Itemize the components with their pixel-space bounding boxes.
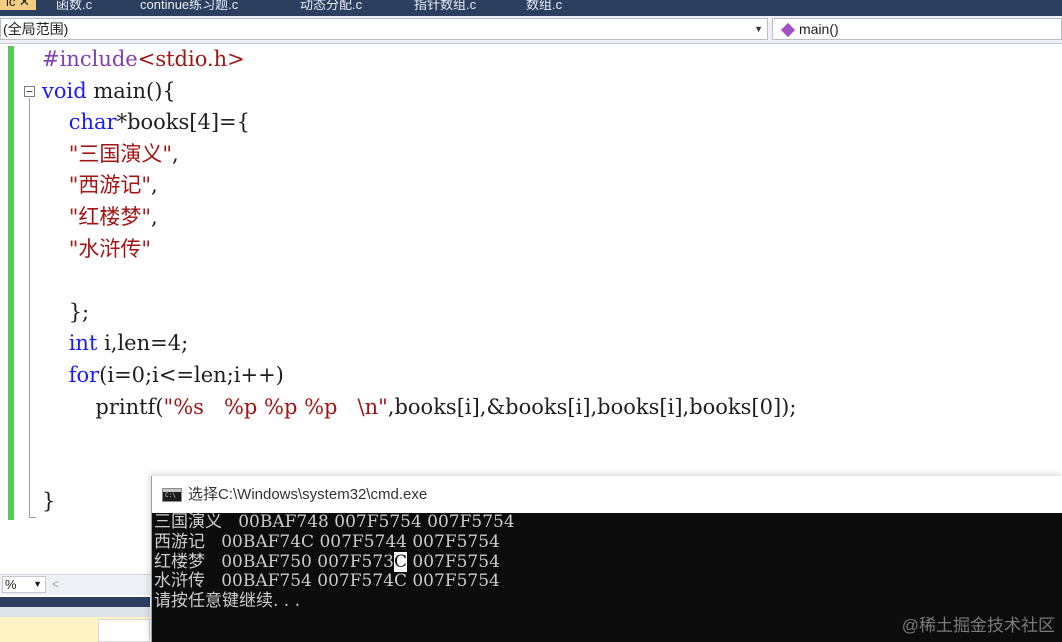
tab-hanshu[interactable]: 函数.c	[56, 0, 92, 12]
scope-dropdown[interactable]: (全局范围) ▼	[0, 18, 768, 40]
tab-continue[interactable]: continue练习题.c	[140, 0, 238, 12]
zoom-dropdown[interactable]: % ▼	[2, 576, 46, 593]
tab-zhizhen[interactable]: 指针数组.c	[414, 0, 476, 12]
console-window[interactable]: 选择C:\Windows\system32\cmd.exe 三国演义 00BAF…	[151, 476, 1062, 642]
tab-current-file-label: ic	[6, 0, 16, 9]
scroll-left-icon[interactable]: <	[52, 577, 59, 591]
cmd-icon	[162, 488, 182, 502]
outline-guide-end	[29, 517, 36, 518]
function-icon	[780, 22, 796, 37]
panel-separator	[0, 597, 150, 607]
console-line: 请按任意键继续. . .	[154, 591, 301, 612]
console-line: 西游记 00BAF74C 007F5744 007F5754	[154, 531, 500, 552]
code-token: main(){	[86, 78, 176, 103]
code-token: i,len=4;	[97, 331, 189, 356]
code-token: "西游记"	[68, 173, 152, 198]
code-token: };	[42, 299, 90, 324]
output-panel	[0, 617, 150, 642]
code-line: "三国演义",	[42, 139, 796, 171]
code-token: "三国演义"	[68, 141, 173, 166]
code-line: #include<stdio.h>	[42, 44, 796, 76]
output-panel-tab[interactable]	[98, 619, 150, 642]
zoom-bar: % ▼ <	[0, 574, 150, 595]
code-line: void main(){	[42, 76, 796, 108]
code-line: "西游记",	[42, 170, 796, 202]
scope-dropdown-value: (全局范围)	[3, 21, 69, 37]
watermark: @稀土掘金技术社区	[901, 616, 1055, 635]
zoom-value: %	[5, 577, 17, 592]
console-line: 三国演义 00BAF748 007F5754 007F5754	[154, 512, 515, 532]
member-dropdown-value: main()	[799, 21, 839, 37]
code-token: int	[68, 331, 98, 356]
code-token: *books[4]={	[116, 110, 250, 135]
code-token: "水浒传"	[68, 236, 152, 261]
code-token: ,	[172, 141, 179, 166]
code-token: ,	[151, 204, 158, 229]
code-token: #include	[42, 47, 138, 71]
collapse-outline-icon[interactable]: −	[24, 86, 35, 97]
console-line: 红楼梦 00BAF750 007F573C 007F5754	[152, 551, 1062, 573]
console-text: 007F5754	[406, 551, 500, 572]
code-token: ,books[i],&books[i],books[i],books[0]);	[387, 394, 797, 419]
tab-dongtai[interactable]: 动态分配.c	[300, 0, 362, 12]
code-line: "红楼梦",	[42, 202, 796, 234]
navigation-bar: (全局范围) ▼ main()	[0, 16, 1062, 44]
code-token: for	[68, 362, 100, 387]
code-token: "%s %p %p %p \n"	[163, 394, 388, 419]
code-line: "水浒传"	[42, 234, 796, 266]
console-line: 水浒传 00BAF754 007F574C 007F5754	[154, 571, 500, 592]
change-tracking-bar	[8, 46, 14, 520]
code-token: "红楼梦"	[68, 204, 152, 229]
code-line: char*books[4]={	[42, 107, 796, 139]
code-token: <stdio.h>	[137, 47, 245, 71]
code-text: #include<stdio.h> void main(){ char*book…	[42, 44, 796, 518]
document-tab-strip: ic ✕ 函数.c continue练习题.c 动态分配.c 指针数组.c 数组…	[0, 0, 1062, 16]
code-token: void	[42, 78, 87, 103]
member-dropdown[interactable]: main()	[772, 18, 1062, 40]
code-token: ,	[151, 173, 158, 198]
code-line: int i,len=4;	[42, 328, 796, 360]
code-token: printf(	[95, 394, 164, 419]
tab-close-icon[interactable]: ✕	[19, 0, 30, 9]
tab-shuzu[interactable]: 数组.c	[526, 0, 562, 12]
code-line: };	[42, 297, 796, 329]
panel-header	[0, 607, 150, 617]
zoom-dropdown-arrow-icon[interactable]: ▼	[33, 577, 42, 592]
console-title-bar[interactable]: 选择C:\Windows\system32\cmd.exe	[152, 476, 1062, 513]
code-token: }	[42, 489, 56, 514]
console-output[interactable]: 三国演义 00BAF748 007F5754 007F5754 西游记 00BA…	[152, 512, 1062, 642]
scope-dropdown-arrow-icon[interactable]: ▼	[754, 19, 763, 39]
selection-cursor: C	[393, 551, 407, 572]
tab-current-file[interactable]: ic ✕	[0, 0, 36, 10]
code-line: for(i=0;i<=len;i++)	[42, 360, 796, 392]
code-token: char	[68, 110, 117, 135]
code-token: (i=0;i<=len;i++)	[99, 362, 284, 387]
outline-guide	[29, 98, 30, 518]
code-line: printf("%s %p %p %p \n",books[i],&books[…	[42, 392, 796, 424]
console-text: 红楼梦 00BAF750 007F573	[154, 551, 394, 572]
console-title: 选择C:\Windows\system32\cmd.exe	[188, 486, 428, 503]
